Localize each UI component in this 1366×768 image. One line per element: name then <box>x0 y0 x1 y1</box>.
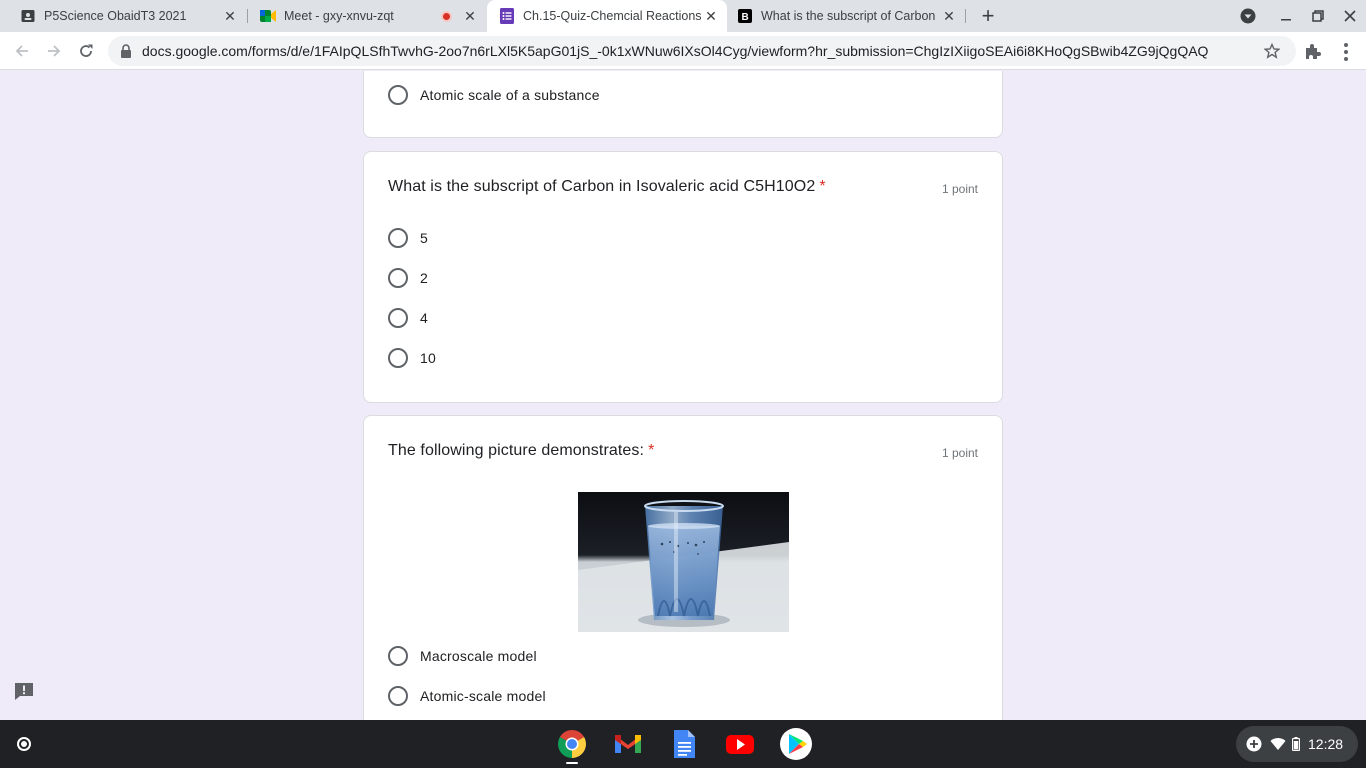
tab-quiz[interactable]: Ch.15-Quiz-Chemcial Reactions ✕ <box>487 0 727 32</box>
extensions-icon[interactable] <box>1302 42 1322 62</box>
os-shelf <box>0 720 1366 768</box>
status-tray[interactable]: 12:28 <box>1236 726 1358 762</box>
tab-separator <box>965 9 966 23</box>
radio-option[interactable]: 5 <box>388 226 428 250</box>
radio-option[interactable]: 2 <box>388 266 428 290</box>
chrome-menu-icon[interactable] <box>1336 42 1356 62</box>
radio-button[interactable] <box>388 308 408 328</box>
tab-title: P5Science ObaidT3 2021 <box>44 9 187 23</box>
question-image-glass-of-water <box>578 492 789 632</box>
required-asterisk: * <box>819 178 826 195</box>
new-tab-button[interactable]: + <box>976 3 1000 28</box>
radio-option[interactable]: Atomic-scale model <box>388 684 546 708</box>
radio-option[interactable]: 4 <box>388 306 428 330</box>
tab-title: Meet - gxy-xnvu-zqt <box>284 9 394 23</box>
close-icon[interactable]: ✕ <box>222 8 238 24</box>
radio-button[interactable] <box>388 646 408 666</box>
battery-icon <box>1292 737 1300 751</box>
address-bar[interactable]: docs.google.com/forms/d/e/1FAIpQLSfhTwvh… <box>108 36 1296 66</box>
option-label: Atomic scale of a substance <box>420 87 600 103</box>
bookmark-star-icon[interactable] <box>1263 42 1281 59</box>
radio-option[interactable]: 10 <box>388 346 436 370</box>
question-text: What is the subscript of Carbon in Isova… <box>388 178 816 195</box>
tab-meet[interactable]: Meet - gxy-xnvu-zqt ✕ <box>248 0 486 32</box>
minimize-icon[interactable] <box>1276 6 1296 26</box>
recording-icon <box>441 10 452 22</box>
question-title: What is the subscript of Carbon in Isova… <box>388 178 826 196</box>
question-text: The following picture demonstrates: <box>388 442 645 459</box>
wifi-icon <box>1270 737 1286 751</box>
close-icon[interactable]: ✕ <box>941 8 957 24</box>
radio-button[interactable] <box>388 268 408 288</box>
question-card-carbon-subscript: What is the subscript of Carbon in Isova… <box>363 151 1003 403</box>
gmail-icon[interactable] <box>612 728 644 760</box>
option-label: 2 <box>420 270 428 286</box>
browser-toolbar: docs.google.com/forms/d/e/1FAIpQLSfhTwvh… <box>0 32 1366 70</box>
reload-icon[interactable] <box>74 39 98 63</box>
radio-button[interactable] <box>388 348 408 368</box>
question-points: 1 point <box>941 182 978 196</box>
close-icon[interactable]: ✕ <box>703 8 719 24</box>
brainly-icon: B <box>737 8 753 24</box>
close-icon[interactable]: ✕ <box>462 8 478 24</box>
url-text: docs.google.com/forms/d/e/1FAIpQLSfhTwvh… <box>142 43 1209 59</box>
tab-strip: P5Science ObaidT3 2021 ✕ Meet - gxy-xnvu… <box>0 0 1366 32</box>
forms-icon <box>499 8 515 24</box>
tab-title: What is the subscript of Carbon <box>761 9 936 23</box>
feedback-icon[interactable] <box>14 682 34 700</box>
radio-button[interactable] <box>388 228 408 248</box>
docs-icon[interactable] <box>668 728 700 760</box>
required-asterisk: * <box>648 442 655 459</box>
question-card-picture: The following picture demonstrates: * 1 p… <box>363 415 1003 720</box>
add-circle-icon[interactable] <box>1246 736 1262 752</box>
radio-option[interactable]: Macroscale model <box>388 644 537 668</box>
forward-icon[interactable] <box>42 39 66 63</box>
chrome-active-indicator <box>566 762 578 764</box>
previous-question-card: Atomic scale of a substance <box>363 71 1003 138</box>
tab-title: Ch.15-Quiz-Chemcial Reactions <box>523 9 702 23</box>
chrome-icon[interactable] <box>556 728 588 760</box>
play-store-icon[interactable] <box>780 728 812 760</box>
radio-button[interactable] <box>388 686 408 706</box>
option-label: 10 <box>420 350 436 366</box>
classroom-icon <box>20 8 36 24</box>
radio-option[interactable]: Atomic scale of a substance <box>388 83 600 107</box>
question-points: 1 point <box>941 446 978 460</box>
meet-icon <box>260 8 276 24</box>
svg-text:B: B <box>742 12 749 23</box>
clock-time: 12:28 <box>1308 736 1344 752</box>
option-label: 4 <box>420 310 428 326</box>
tab-search-icon[interactable] <box>1238 6 1258 26</box>
option-label: Macroscale model <box>420 648 537 664</box>
question-title: The following picture demonstrates: * <box>388 442 654 460</box>
form-page: Atomic scale of a substance What is the … <box>0 71 1366 720</box>
tab-brainly[interactable]: B What is the subscript of Carbon ✕ <box>727 0 965 32</box>
tab-classroom[interactable]: P5Science ObaidT3 2021 ✕ <box>0 0 246 32</box>
back-icon[interactable] <box>10 39 34 63</box>
lock-icon[interactable] <box>120 44 132 58</box>
close-window-icon[interactable] <box>1340 6 1360 26</box>
option-label: 5 <box>420 230 428 246</box>
option-label: Atomic-scale model <box>420 688 546 704</box>
radio-button[interactable] <box>388 85 408 105</box>
launcher-icon[interactable] <box>10 730 38 758</box>
youtube-icon[interactable] <box>724 728 756 760</box>
restore-icon[interactable] <box>1308 6 1328 26</box>
